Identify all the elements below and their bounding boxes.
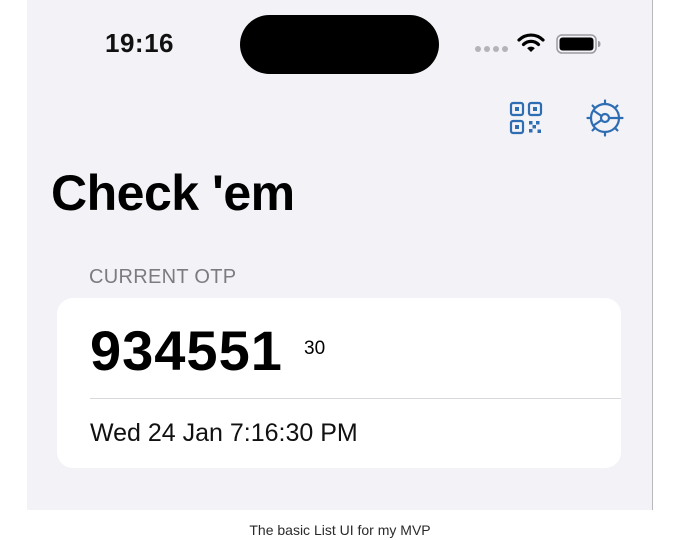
otp-countdown: 30 [304, 338, 326, 359]
status-bar-time: 19:16 [105, 28, 174, 58]
page-title: Check 'em [51, 165, 295, 221]
settings-gear-icon[interactable] [585, 98, 625, 138]
figure-caption: The basic List UI for my MVP [249, 522, 431, 538]
dynamic-island [240, 15, 439, 74]
otp-row[interactable]: 934551 30 [57, 298, 621, 398]
screenshot-edge [652, 0, 653, 510]
cellular-signal-icon [475, 46, 509, 54]
battery-icon [556, 34, 601, 54]
timestamp-text: Wed 24 Jan 7:16:30 PM [90, 419, 358, 447]
timestamp-row[interactable]: Wed 24 Jan 7:16:30 PM [57, 399, 621, 468]
otp-code: 934551 [90, 319, 283, 382]
phone-screen: 19:16 Check 'em CURRENT OTP 934551 30 We… [27, 0, 652, 510]
wifi-icon [517, 33, 545, 52]
qr-code-icon[interactable] [509, 101, 543, 135]
section-header: CURRENT OTP [89, 266, 237, 288]
otp-list-section: 934551 30 Wed 24 Jan 7:16:30 PM [57, 298, 621, 468]
